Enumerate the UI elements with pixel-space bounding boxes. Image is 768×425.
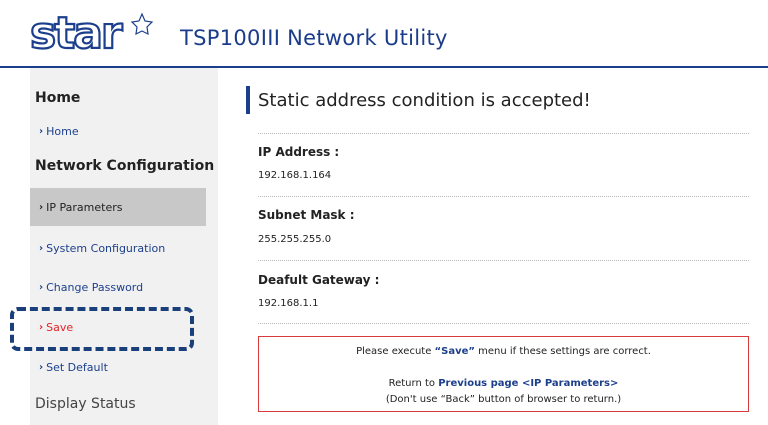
ip-address-label: IP Address :	[258, 145, 340, 159]
default-gateway-label: Deafult Gateway :	[258, 273, 380, 287]
divider	[258, 133, 749, 134]
notice-line-save: Please execute “Save” menu if these sett…	[259, 346, 748, 357]
sidebar-item-set-default[interactable]: › Set Default	[30, 348, 206, 386]
notice-line-return: Return to Previous page <IP Parameters>	[259, 378, 748, 389]
save-highlight-box	[10, 307, 194, 351]
sidebar-item-change-password[interactable]: › Change Password	[30, 268, 206, 306]
page-title: Static address condition is accepted!	[258, 90, 591, 111]
sidebar-section-display-status[interactable]: Display Status	[35, 396, 136, 412]
default-gateway-value: 192.168.1.1	[258, 298, 319, 309]
sidebar-item-label: Set Default	[46, 360, 108, 374]
notice-line-back-warning: (Don't use “Back” button of browser to r…	[385, 394, 622, 405]
save-keyword: “Save”	[434, 346, 475, 357]
divider	[258, 260, 749, 261]
chevron-right-icon: ›	[39, 125, 44, 137]
subnet-mask-label: Subnet Mask :	[258, 208, 355, 222]
notice-text: Return to	[388, 378, 439, 389]
svg-text:star: star	[30, 12, 123, 54]
chevron-right-icon: ›	[39, 281, 44, 293]
sidebar-item-label: Change Password	[46, 280, 144, 294]
subnet-mask-value: 255.255.255.0	[258, 234, 332, 245]
divider	[258, 323, 749, 324]
sidebar-item-system-configuration[interactable]: › System Configuration	[30, 229, 206, 267]
sidebar-item-home[interactable]: › Home	[30, 112, 206, 150]
notice-box: Please execute “Save” menu if these sett…	[258, 336, 749, 412]
app-header: star star TSP100III Network Utility	[0, 0, 768, 66]
ip-address-value: 192.168.1.164	[258, 170, 332, 181]
chevron-right-icon: ›	[39, 201, 44, 213]
previous-page-link[interactable]: Previous page <IP Parameters>	[438, 378, 618, 389]
chevron-right-icon: ›	[39, 361, 44, 373]
sidebar-item-label: IP Parameters	[46, 200, 123, 214]
notice-text: Please execute	[356, 346, 435, 357]
title-accent-bar	[246, 86, 250, 114]
sidebar-section-home: Home	[35, 90, 81, 106]
chevron-right-icon: ›	[39, 242, 44, 254]
sidebar-item-label: Home	[46, 124, 79, 138]
sidebar-section-network-configuration: Network Configuration	[35, 158, 215, 174]
sidebar: Home › Home Network Configuration › IP P…	[30, 68, 218, 425]
sidebar-item-label: System Configuration	[46, 241, 166, 255]
star-logo: star star	[30, 12, 154, 54]
notice-text: menu if these settings are correct.	[474, 346, 651, 357]
divider	[258, 196, 749, 197]
sidebar-item-ip-parameters[interactable]: › IP Parameters	[30, 188, 206, 226]
app-title: TSP100III Network Utility	[180, 26, 448, 50]
